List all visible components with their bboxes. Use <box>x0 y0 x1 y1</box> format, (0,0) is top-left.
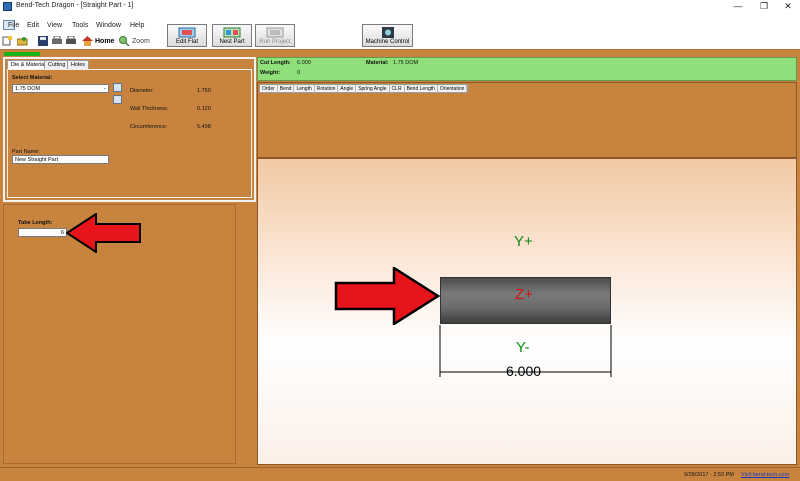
column-header[interactable]: Bend Length <box>405 85 438 93</box>
menu-tools[interactable]: Tools <box>72 22 88 29</box>
open-icon[interactable] <box>17 36 28 46</box>
new-icon[interactable] <box>2 36 13 46</box>
menu-file[interactable]: File <box>8 22 19 29</box>
weight-label: Weight: <box>260 70 281 76</box>
weight-value: 0 <box>297 70 301 76</box>
home-icon[interactable] <box>82 36 93 46</box>
wall-thickness-label: Wall Thickness: <box>130 106 169 112</box>
column-header[interactable]: CLR <box>390 85 405 93</box>
bend-grid: Order Bend Length Rotation Angle Spring Angle… <box>257 82 797 158</box>
minimize-button[interactable]: — <box>726 0 750 14</box>
run-project-button[interactable]: Run Project <box>255 24 295 47</box>
column-header[interactable]: Angle <box>338 85 357 93</box>
tab-content: Select Material: 1.75 DOM ⌄ Diameter: 1.… <box>7 69 252 198</box>
arrow-icon <box>334 267 440 325</box>
material-info-label: Material: <box>366 60 389 66</box>
machine-control-label: Machine Control <box>365 39 410 45</box>
nest-part-label: Nest Part <box>219 39 245 45</box>
part-name-input[interactable]: New Straight Part <box>12 155 109 164</box>
edit-flat-label: Edit Flat <box>175 39 198 45</box>
column-header[interactable]: Orientation <box>438 85 468 93</box>
edit-flat-button[interactable]: Edit Flat <box>167 24 207 47</box>
status-bar: 9/28/2017 - 2:53 PM Visit bend-tech.com <box>0 467 800 481</box>
print-icon[interactable] <box>52 36 63 46</box>
arrow-icon <box>66 213 141 253</box>
material-dropdown-value: 1.75 DOM <box>15 86 41 92</box>
close-button[interactable]: ✕ <box>776 0 800 14</box>
website-link[interactable]: Visit bend-tech.com <box>741 472 789 478</box>
maximize-button[interactable]: ❐ <box>752 0 776 14</box>
run-project-icon <box>266 27 284 38</box>
tube-length-value: 6 <box>60 230 64 236</box>
status-datetime: 9/28/2017 - 2:53 PM <box>684 472 734 478</box>
app-icon <box>3 2 12 11</box>
chevron-down-icon: ⌄ <box>102 85 107 91</box>
length-dimension: 6.000 <box>506 363 542 379</box>
zoom-icon[interactable] <box>119 36 130 46</box>
menu-edit[interactable]: Edit <box>27 22 39 29</box>
edit-flat-icon <box>178 27 196 38</box>
copy-icon[interactable] <box>113 95 122 104</box>
save-icon[interactable] <box>38 36 49 46</box>
title-bar: Bend-Tech Dragon - [Straight Part - 1] —… <box>0 0 800 14</box>
machine-control-button[interactable]: Machine Control <box>362 24 413 47</box>
part-name-value: New Straight Part <box>15 157 59 163</box>
zoom-label[interactable]: Zoom <box>132 38 150 45</box>
column-header[interactable]: Length <box>294 85 315 93</box>
tube-length-input[interactable]: 6 <box>18 228 67 237</box>
material-dropdown[interactable]: 1.75 DOM ⌄ <box>12 84 109 93</box>
column-header[interactable]: Spring Angle <box>356 85 390 93</box>
circumference-label: Circumference: <box>130 124 168 130</box>
tube-length-label: Tube Length: <box>18 220 53 226</box>
machine-control-icon <box>381 27 394 38</box>
material-picker-icon[interactable] <box>113 83 122 92</box>
tab-cutting[interactable]: Cutting <box>44 60 70 69</box>
nest-part-icon <box>223 27 241 38</box>
material-panel: Die & Material Cutting Holes Select Mate… <box>3 57 256 202</box>
print-preview-icon[interactable] <box>66 36 77 46</box>
material-info-value: 1.75 DOM <box>393 60 419 66</box>
cut-length-value: 6.000 <box>297 60 311 66</box>
column-header[interactable]: Order <box>260 85 278 93</box>
circumference-value: 5.498 <box>197 124 211 130</box>
window-title: Bend-Tech Dragon - [Straight Part - 1] <box>16 2 134 9</box>
grid-header: Order Bend Length Rotation Angle Spring Angle… <box>259 84 469 93</box>
select-material-label: Select Material: <box>12 75 53 81</box>
diameter-value: 1.750 <box>197 88 211 94</box>
progress-indicator <box>4 52 40 56</box>
part-info-bar: Cut Length: 6.000 Material: 1.75 DOM Wei… <box>257 57 797 81</box>
wall-thickness-value: 0.120 <box>197 106 211 112</box>
nest-part-button[interactable]: Nest Part <box>212 24 252 47</box>
tab-holes[interactable]: Holes <box>67 60 90 69</box>
home-label[interactable]: Home <box>95 38 114 45</box>
menu-help[interactable]: Help <box>130 22 144 29</box>
column-header[interactable]: Bend <box>278 85 295 93</box>
column-header[interactable]: Rotation <box>315 85 339 93</box>
diameter-label: Diameter: <box>130 88 154 94</box>
run-project-label: Run Project <box>259 39 291 45</box>
cut-length-label: Cut Length: <box>260 60 291 66</box>
menu-window[interactable]: Window <box>96 22 121 29</box>
menu-view[interactable]: View <box>47 22 62 29</box>
